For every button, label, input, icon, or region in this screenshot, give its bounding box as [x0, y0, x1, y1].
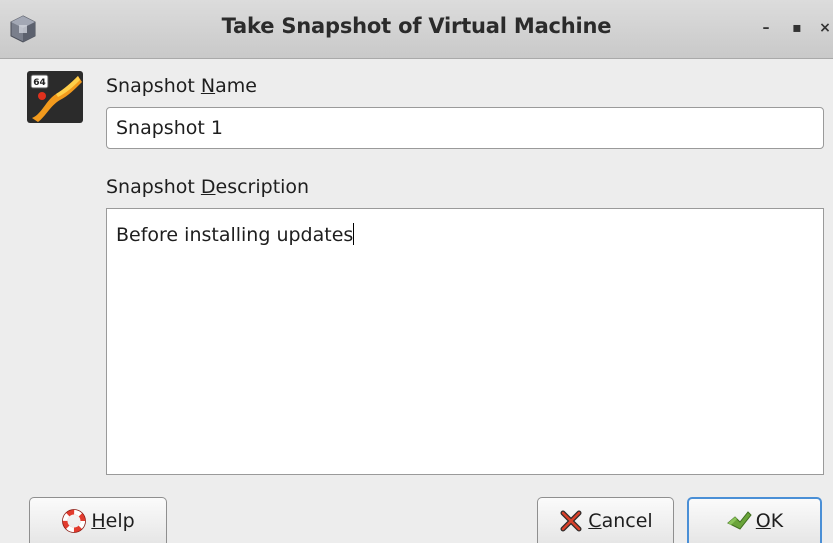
desc-label-suffix: escription — [215, 176, 310, 198]
desc-label-mnemonic: D — [200, 176, 216, 198]
cancel-label-rest: ancel — [601, 509, 653, 532]
cancel-mnemonic: C — [588, 509, 602, 532]
cancel-label: Cancel — [588, 510, 652, 532]
maximize-button[interactable]: ▪ — [787, 18, 807, 38]
vm-badge-text: 64 — [33, 78, 46, 88]
title-bar[interactable]: Take Snapshot of Virtual Machine – ▪ × — [0, 0, 833, 59]
ok-checkmark-icon — [726, 511, 752, 530]
snapshot-dialog: Take Snapshot of Virtual Machine – ▪ × 6… — [0, 0, 833, 543]
cancel-button[interactable]: Cancel — [537, 497, 674, 543]
minimize-button[interactable]: – — [756, 18, 776, 38]
window-title: Take Snapshot of Virtual Machine — [221, 14, 612, 38]
snapshot-name-label: Snapshot Name — [106, 75, 257, 97]
name-label-mnemonic: N — [200, 75, 216, 97]
close-button[interactable]: × — [815, 18, 833, 38]
help-label-rest: elp — [105, 509, 135, 532]
snapshot-description-textarea[interactable]: Before installing updates — [106, 208, 824, 475]
help-label: Help — [91, 510, 134, 532]
description-text: Before installing updates — [116, 224, 354, 246]
name-label-prefix: Snapshot — [106, 75, 201, 97]
virtualbox-vm-64bit-icon: 64 — [27, 71, 83, 123]
help-button[interactable]: Help — [29, 497, 167, 543]
ok-mnemonic: O — [755, 510, 771, 532]
cancel-x-icon — [560, 510, 582, 531]
help-lifebuoy-icon — [62, 508, 87, 533]
ok-label-rest: K — [770, 510, 784, 532]
snapshot-name-input[interactable] — [106, 107, 824, 149]
help-mnemonic: H — [91, 509, 106, 532]
name-label-suffix: ame — [215, 75, 257, 97]
ok-label: OK — [756, 510, 783, 532]
desc-label-prefix: Snapshot — [106, 176, 201, 198]
text-caret — [353, 223, 355, 245]
snapshot-description-label: Snapshot Description — [106, 176, 309, 198]
ok-button[interactable]: OK — [687, 497, 822, 543]
